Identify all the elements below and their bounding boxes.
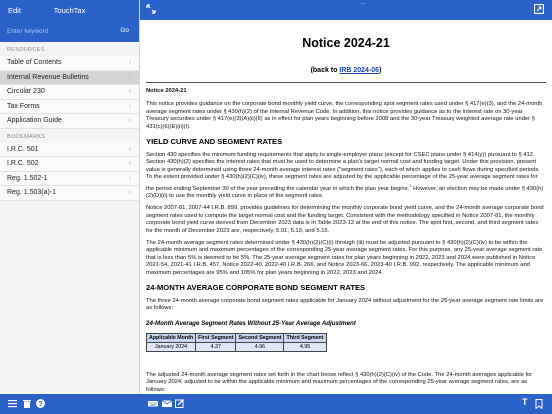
sidebar-item-label: Internal Revenue Bulletins [7,73,89,81]
bookmark-item[interactable]: Reg. 1.503(a)-1 › [0,186,139,201]
intro-paragraph: This notice provides guidance on the cor… [146,101,543,130]
keyboard-icon[interactable] [148,399,158,408]
table-header: Applicable Month [145,332,197,343]
chevron-right-icon: › [128,59,131,66]
section-heading-yield-curve: YIELD CURVE AND SEGMENT RATES [146,137,283,147]
sidebar-item-table-of-contents[interactable]: Table of Contents › [0,56,139,71]
sidebar-item-tax-forms[interactable]: Tax Forms › [0,99,139,114]
back-prefix: (back to [310,67,340,74]
section-heading-segment-rates: 24-MONTH AVERAGE CORPORATE BOND SEGMENT … [146,283,366,293]
table-header: Third Segment [283,332,327,343]
table-header-row: Applicable Month First Segment Second Se… [145,332,327,343]
table-caption: 24-Month Average Segment Rates Without 2… [146,319,356,327]
sidebar-header: Edit TouchTax [0,0,139,20]
drag-handle-icon[interactable]: ··· [360,1,366,7]
resources-list: Table of Contents › Internal Revenue Bul… [0,56,139,129]
divider [146,82,546,83]
paragraph-24-month-average: The 24-month average segment rates deter… [146,240,543,276]
bookmark-label: I.R.C. 501 [7,145,39,153]
chevron-right-icon: › [128,73,131,81]
sidebar-item-label: Circular 230 [7,88,45,95]
svg-text:?: ? [38,401,42,408]
notice-label: Notice 2024-21 [146,88,187,94]
paragraph-notice-2007-81: Notice 2007-81, 2007-44 I.R.B. 899, prov… [146,205,544,234]
chevron-right-icon: › [128,189,131,196]
paragraph-three-rates: The three 24-month average corporate bon… [146,298,544,312]
edit-note-icon[interactable] [175,399,185,408]
table-row: January 2024 4.37 4.96 4.95 [145,341,327,352]
sidebar: Edit TouchTax Go RESOURCES Table of Cont… [0,0,140,414]
sidebar-item-internal-revenue-bulletins[interactable]: Internal Revenue Bulletins › [0,70,139,85]
table-cell: 4.37 [195,341,237,352]
sidebar-item-circular-230[interactable]: Circular 230 › [0,85,139,100]
mail-icon[interactable] [162,399,172,408]
document-pane: ··· Notice 2024-21 (back to IRB 2024-06)… [140,0,552,414]
bookmarks-list: I.R.C. 501 › I.R.C. 502 › Reg. 1.502-1 ›… [0,142,139,201]
bookmark-label: Reg. 1.503(a)-1 [7,189,57,196]
fullscreen-icon[interactable] [534,4,544,14]
bookmark-label: Reg. 1.502-1 [7,174,48,182]
table-header: First Segment [195,332,237,343]
go-button[interactable]: Go [120,27,129,34]
search-input[interactable] [4,24,116,38]
bookmark-item[interactable]: Reg. 1.502-1 › [0,171,139,186]
chevron-right-icon: › [128,160,131,167]
chevron-right-icon: › [128,102,131,110]
back-suffix: ) [379,67,382,74]
segment-rates-table: Applicable Month First Segment Second Se… [145,332,327,352]
document-footer: T [140,394,552,414]
chevron-right-icon: › [128,145,131,153]
bookmark-icon[interactable] [535,399,543,409]
back-link-line: (back to IRB 2024-06) [146,67,546,74]
sidebar-item-application-guide[interactable]: Application Guide › [0,114,139,129]
app-title: TouchTax [53,6,86,15]
sidebar-footer: ? [0,394,140,414]
table-cell: 4.95 [283,341,327,352]
document-content: Notice 2024-21 (back to IRB 2024-06) Not… [140,20,552,394]
search-bar: Go [0,20,139,42]
table-cell: 4.96 [235,341,285,352]
expand-arrows-icon[interactable] [146,4,156,14]
table-header: Second Segment [235,332,285,343]
sidebar-item-label: Table of Contents [7,59,62,66]
bookmarks-header: BOOKMARKS [7,133,46,140]
page-title: Notice 2024-21 [302,36,390,50]
table-cell: January 2024 [145,341,197,352]
chevron-right-icon: › [128,88,131,95]
bookmark-label: I.R.C. 502 [7,160,39,167]
chevron-right-icon: › [128,174,131,182]
bookmark-item[interactable]: I.R.C. 501 › [0,142,139,157]
irb-link[interactable]: IRB 2024-06 [339,67,379,74]
sidebar-item-label: Tax Forms [7,102,40,110]
chevron-right-icon: › [128,117,131,124]
text-size-icon[interactable]: T [522,397,528,407]
document-toolbar: ··· [140,0,552,20]
paragraph-section-430: Section 430 specifies the minimum fundin… [146,152,546,200]
resources-header: RESOURCES [7,47,45,53]
bookmark-item[interactable]: I.R.C. 502 › [0,157,139,172]
sidebar-item-label: Application Guide [7,117,62,124]
list-icon[interactable] [8,399,17,408]
help-icon[interactable]: ? [36,399,45,408]
paragraph-adjusted-rates: The adjusted 24-month average segment ra… [146,371,533,393]
trash-icon[interactable] [23,399,31,408]
